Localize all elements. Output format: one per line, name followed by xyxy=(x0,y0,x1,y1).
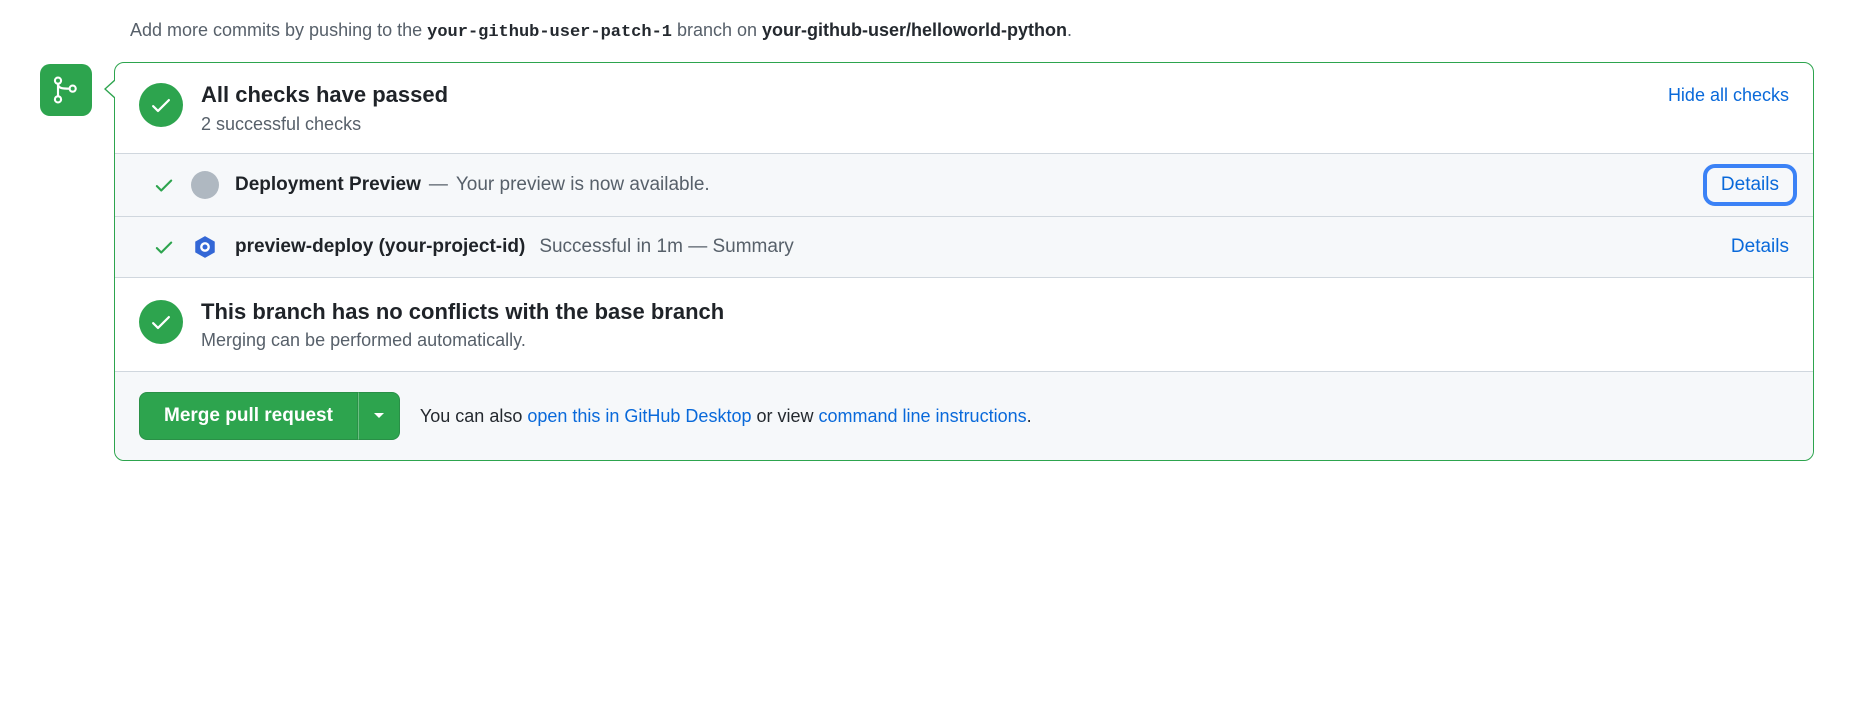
merge-hint-prefix: You can also xyxy=(420,406,527,426)
push-hint-branch: your-github-user-patch-1 xyxy=(427,23,672,42)
checks-status-icon xyxy=(139,83,183,127)
merge-hint: You can also open this in GitHub Desktop… xyxy=(420,406,1032,427)
merge-hint-suffix: . xyxy=(1027,406,1032,426)
checks-title: All checks have passed xyxy=(201,81,448,110)
conflicts-title: This branch has no conflicts with the ba… xyxy=(201,298,724,327)
check-name: preview-deploy (your-project-id) xyxy=(235,236,525,258)
push-hint-repo: your-github-user/helloworld-python xyxy=(762,20,1067,40)
check-sep: — xyxy=(429,174,448,196)
check-success-icon xyxy=(153,174,175,196)
check-message: Your preview is now available. xyxy=(456,174,710,196)
check-row: preview-deploy (your-project-id) Success… xyxy=(115,216,1813,277)
check-details-link[interactable]: Details xyxy=(1703,164,1797,206)
check-avatar xyxy=(191,171,219,199)
check-icon xyxy=(149,93,173,117)
conflicts-status-icon xyxy=(139,300,183,344)
push-hint: Add more commits by pushing to the your-… xyxy=(130,20,1814,42)
open-github-desktop-link[interactable]: open this in GitHub Desktop xyxy=(527,406,751,426)
hexagon-icon xyxy=(192,234,218,260)
check-name: Deployment Preview xyxy=(235,174,421,196)
merge-hint-mid: or view xyxy=(751,406,818,426)
check-icon xyxy=(149,310,173,334)
push-hint-mid: branch on xyxy=(672,20,762,40)
merge-pull-request-button[interactable]: Merge pull request xyxy=(139,392,358,440)
merge-button-group: Merge pull request xyxy=(139,392,400,440)
push-hint-suffix: . xyxy=(1067,20,1072,40)
check-success-icon xyxy=(153,236,175,258)
merge-box: All checks have passed 2 successful chec… xyxy=(114,62,1814,461)
push-hint-prefix: Add more commits by pushing to the xyxy=(130,20,427,40)
check-details-link[interactable]: Details xyxy=(1731,236,1789,258)
conflicts-section: This branch has no conflicts with the ba… xyxy=(115,277,1813,372)
hide-all-checks-link[interactable]: Hide all checks xyxy=(1668,81,1789,106)
conflicts-subtitle: Merging can be performed automatically. xyxy=(201,330,724,351)
check-message: Successful in 1m — Summary xyxy=(539,236,793,258)
check-avatar xyxy=(191,233,219,261)
merge-options-dropdown[interactable] xyxy=(358,392,400,440)
checks-header-section: All checks have passed 2 successful chec… xyxy=(115,63,1813,153)
caret-down-icon xyxy=(373,412,385,420)
merge-status-badge xyxy=(40,64,92,116)
check-row: Deployment Preview — Your preview is now… xyxy=(115,153,1813,216)
command-line-instructions-link[interactable]: command line instructions xyxy=(819,406,1027,426)
merge-actions: Merge pull request You can also open thi… xyxy=(115,371,1813,460)
git-merge-icon xyxy=(50,74,82,106)
checks-subtitle: 2 successful checks xyxy=(201,114,448,135)
